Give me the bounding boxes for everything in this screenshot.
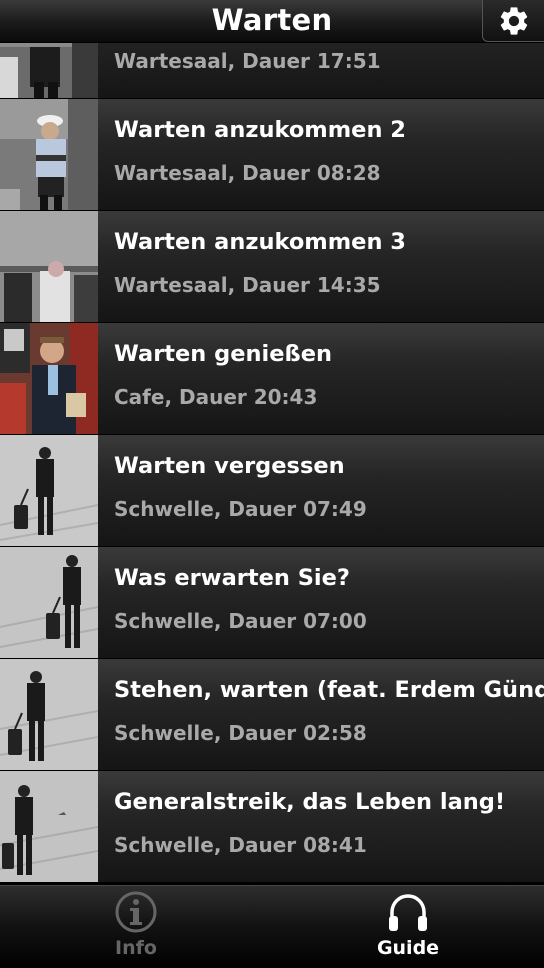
tab-guide[interactable]: Guide <box>272 886 544 968</box>
list-item[interactable]: Warten anzukommen 2 Wartesaal, Dauer 08:… <box>0 99 544 211</box>
thumbnail-waiting-room <box>0 211 98 322</box>
thumbnail-police-officer <box>0 99 98 210</box>
item-subtitle: Schwelle, Dauer 07:00 <box>114 609 367 633</box>
item-subtitle: Wartesaal, Dauer 14:35 <box>114 273 381 297</box>
tab-guide-label: Guide <box>376 937 440 959</box>
list-item[interactable]: Stehen, warten (feat. Erdem Gündüz) Schw… <box>0 659 544 771</box>
item-title: Was erwarten Sie? <box>114 565 350 591</box>
item-title: Generalstreik, das Leben lang! <box>114 789 506 815</box>
item-subtitle: Cafe, Dauer 20:43 <box>114 385 318 409</box>
item-subtitle: Schwelle, Dauer 02:58 <box>114 721 367 745</box>
header-bar: Warten <box>0 0 544 43</box>
item-title: Warten genießen <box>114 341 332 367</box>
track-list[interactable]: Wartesaal, Dauer 17:51 Warten anzukommen… <box>0 42 544 885</box>
item-subtitle: Schwelle, Dauer 07:49 <box>114 497 367 521</box>
headphones-icon <box>389 894 427 931</box>
list-item[interactable]: Warten genießen Cafe, Dauer 20:43 <box>0 323 544 435</box>
list-item[interactable]: Warten anzukommen 3 Wartesaal, Dauer 14:… <box>0 211 544 323</box>
thumbnail-police-officer <box>0 42 98 98</box>
thumbnail-traveler-with-suitcase <box>0 771 98 882</box>
tab-bar: Info Guide <box>0 885 544 968</box>
item-title: Warten anzukommen 3 <box>114 229 406 255</box>
item-title: Warten anzukommen 2 <box>114 117 406 143</box>
gear-icon <box>500 6 527 35</box>
page-title: Warten <box>211 3 333 37</box>
tab-info-label: Info <box>115 937 157 959</box>
list-item[interactable]: Warten vergessen Schwelle, Dauer 07:49 <box>0 435 544 547</box>
tab-info[interactable]: Info <box>0 886 272 968</box>
item-title: Stehen, warten (feat. Erdem Gündüz) <box>114 677 544 703</box>
info-icon <box>115 891 157 933</box>
item-subtitle: Wartesaal, Dauer 08:28 <box>114 161 381 185</box>
item-subtitle: Wartesaal, Dauer 17:51 <box>114 49 381 73</box>
thumbnail-traveler-with-suitcase <box>0 547 98 658</box>
item-title: Warten vergessen <box>114 453 345 479</box>
thumbnail-traveler-with-suitcase <box>0 659 98 770</box>
item-subtitle: Schwelle, Dauer 08:41 <box>114 833 367 857</box>
thumbnail-man-in-cafe <box>0 323 98 434</box>
list-item[interactable]: Wartesaal, Dauer 17:51 <box>0 42 544 99</box>
list-item[interactable]: Was erwarten Sie? Schwelle, Dauer 07:00 <box>0 547 544 659</box>
settings-button[interactable] <box>482 0 544 42</box>
thumbnail-traveler-with-suitcase <box>0 435 98 546</box>
list-item[interactable]: Generalstreik, das Leben lang! Schwelle,… <box>0 771 544 883</box>
